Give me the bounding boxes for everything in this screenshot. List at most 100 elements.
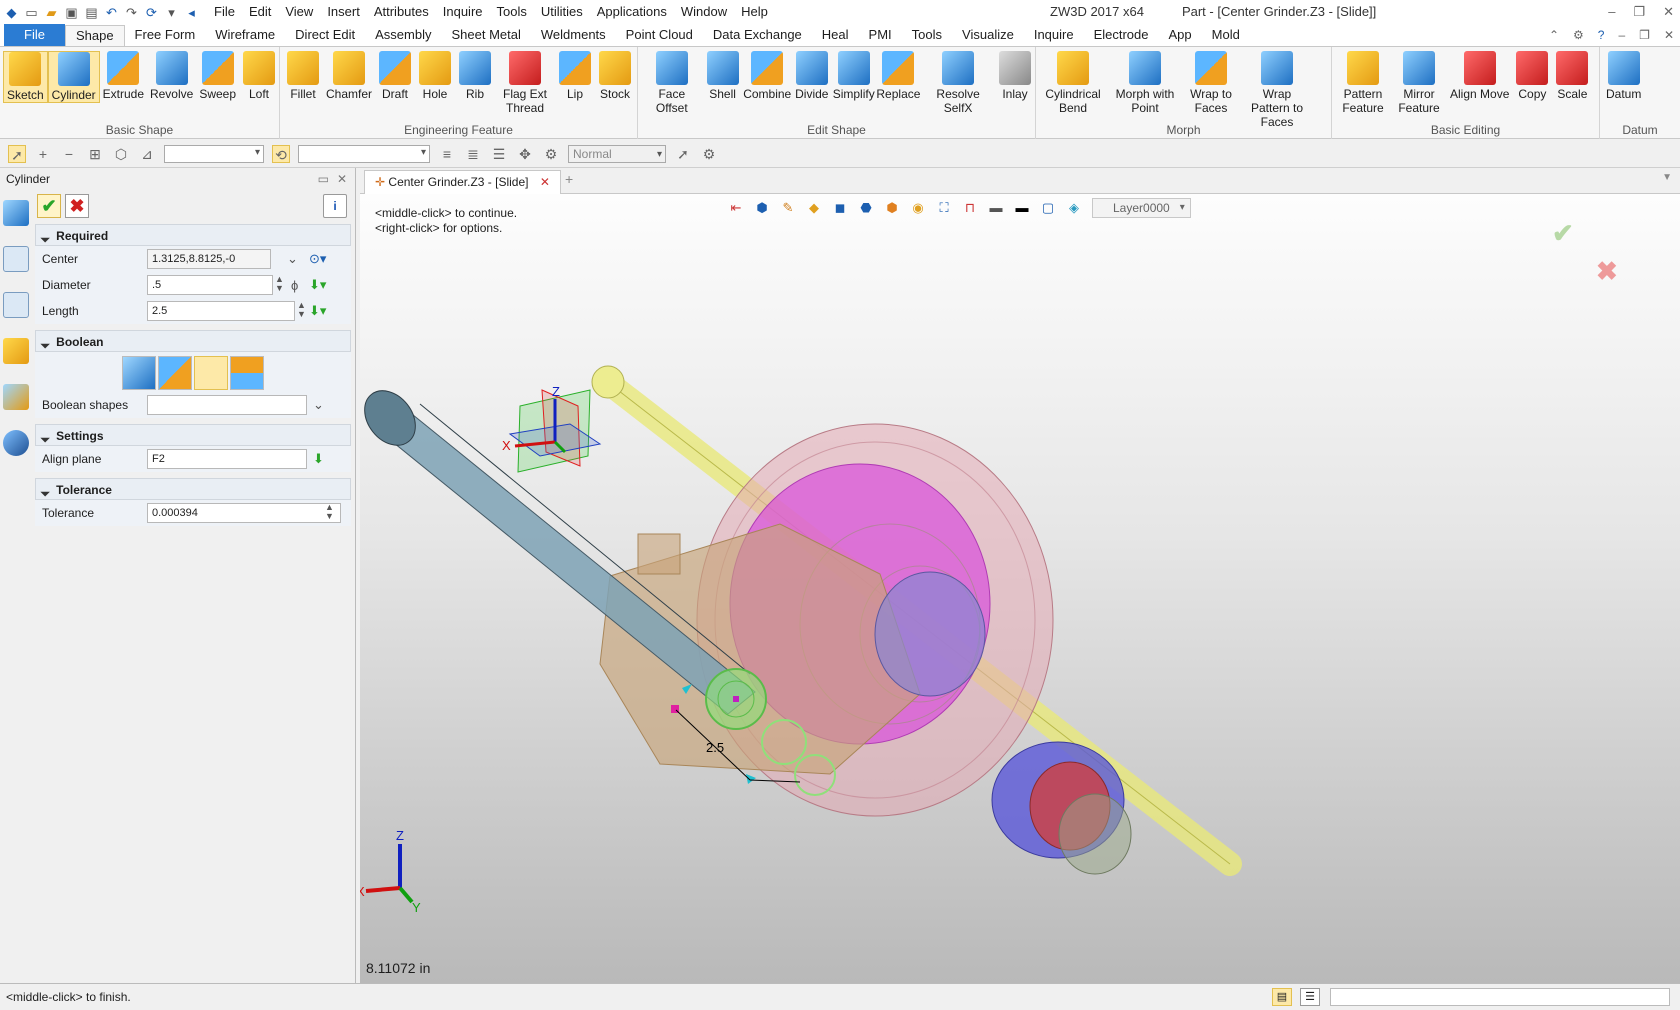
boolean-base-icon[interactable] [122,356,156,390]
tab-mold[interactable]: Mold [1202,24,1250,46]
tab-shape[interactable]: Shape [64,25,125,46]
resolve-selfx-button[interactable]: Resolve SelfX [921,51,995,115]
menu-insert[interactable]: Insert [320,0,367,24]
menu-help[interactable]: Help [734,0,775,24]
copy-button[interactable]: Copy [1512,51,1552,115]
filter-icon[interactable]: ⊿ [138,145,156,163]
align-left-icon[interactable]: ≡ [438,145,456,163]
doc-minimize-icon[interactable]: – [1618,24,1625,46]
ok-button[interactable]: ✔ [37,194,61,218]
model-scene[interactable]: 2.5 Z X Z X Y [360,194,1680,983]
align-plane-field[interactable]: F2 [147,449,307,469]
box-select-icon[interactable]: ⊞ [86,145,104,163]
history-tab-icon[interactable] [3,246,29,272]
align-move-button[interactable]: Align Move [1447,51,1512,115]
sweep-button[interactable]: Sweep [196,51,239,103]
diameter-spinner[interactable]: ▲ ▼ [275,275,284,293]
new-file-icon[interactable]: ▭ [24,5,39,20]
tab-file[interactable]: File [4,24,65,46]
restore-icon[interactable]: ❐ [1633,0,1645,24]
tab-inquire[interactable]: Inquire [1024,24,1084,46]
mirror-feature-button[interactable]: Mirror Feature [1391,51,1447,115]
menu-edit[interactable]: Edit [242,0,278,24]
menu-view[interactable]: View [278,0,320,24]
tab-data-exchange[interactable]: Data Exchange [703,24,812,46]
section-required[interactable]: Required [35,224,351,246]
cylindrical-bend-button[interactable]: Cylindrical Bend [1039,51,1107,129]
document-tab[interactable]: ✛ Center Grinder.Z3 - [Slide] ✕ [364,170,561,194]
wrap-pattern-button[interactable]: Wrap Pattern to Faces [1239,51,1315,129]
tab-direct-edit[interactable]: Direct Edit [285,24,365,46]
morph-with-point-button[interactable]: Morph with Point [1107,51,1183,129]
menu-tools[interactable]: Tools [490,0,534,24]
tab-pmi[interactable]: PMI [859,24,902,46]
tree-tab-icon[interactable] [3,292,29,318]
save-icon[interactable]: ▣ [64,5,79,20]
tab-visualize[interactable]: Visualize [952,24,1024,46]
back-arrow-icon[interactable]: ◂ [184,5,199,20]
menu-file[interactable]: File [207,0,242,24]
filter-combo[interactable] [164,144,264,163]
align-center-icon[interactable]: ≣ [464,145,482,163]
settings-icon[interactable]: ⚙ [542,145,560,163]
close-icon[interactable]: ✕ [1663,0,1674,24]
doc-close-icon[interactable]: ✕ [1664,24,1674,46]
tab-list-icon[interactable]: ▼ [1662,172,1672,183]
diameter-field[interactable]: .5 [147,275,273,295]
mode-combo[interactable]: Normal [568,144,666,163]
pattern-feature-button[interactable]: Pattern Feature [1335,51,1391,115]
snap-icon[interactable]: ✥ [516,145,534,163]
status-list-icon[interactable]: ☰ [1300,988,1320,1006]
align-right-icon[interactable]: ☰ [490,145,508,163]
loft-button[interactable]: Loft [239,51,279,103]
shell-button[interactable]: Shell [703,51,743,115]
gear-icon[interactable]: ⚙ [1573,24,1584,46]
lip-button[interactable]: Lip [555,51,595,115]
remove-icon[interactable]: − [60,145,78,163]
dropdown-icon[interactable]: ▾ [164,5,179,20]
gears-icon[interactable]: ⚙ [700,145,718,163]
menu-inquire[interactable]: Inquire [436,0,490,24]
pin-icon[interactable]: ▭ [318,168,329,190]
download-icon[interactable]: ⬇▾ [309,303,326,319]
length-spinner[interactable]: ▲ ▼ [297,301,306,319]
open-folder-icon[interactable]: ▰ [44,5,59,20]
new-tab-icon[interactable]: + [565,171,573,187]
tab-electrode[interactable]: Electrode [1084,24,1159,46]
status-view-icon[interactable]: ▤ [1272,988,1292,1006]
hole-button[interactable]: Hole [415,51,455,115]
boolean-remove-icon[interactable] [194,356,228,390]
datum-button[interactable]: Datum [1603,51,1644,101]
length-field[interactable]: 2.5 [147,301,295,321]
divide-button[interactable]: Divide [792,51,832,115]
simplify-button[interactable]: Simplify [832,51,876,115]
collapse-ribbon-icon[interactable]: ⌃ [1549,24,1559,46]
stock-button[interactable]: Stock [595,51,635,115]
inlay-button[interactable]: Inlay [995,51,1035,115]
expand-icon[interactable]: ⌄ [287,251,298,267]
tab-wireframe[interactable]: Wireframe [205,24,285,46]
feature-tab-icon[interactable] [3,200,29,226]
tab-weldments[interactable]: Weldments [531,24,616,46]
redo-icon[interactable]: ↷ [124,5,139,20]
chamfer-button[interactable]: Chamfer [323,51,375,115]
part-tab-icon[interactable] [3,338,29,364]
section-tolerance[interactable]: Tolerance [35,478,351,500]
pick-combo[interactable] [298,144,430,163]
menu-window[interactable]: Window [674,0,734,24]
undo-icon[interactable]: ↶ [104,5,119,20]
scale-button[interactable]: Scale [1552,51,1592,115]
fillet-button[interactable]: Fillet [283,51,323,115]
replace-button[interactable]: Replace [876,51,922,115]
section-boolean[interactable]: Boolean [35,330,351,352]
print-icon[interactable]: ▤ [84,5,99,20]
pick-arrow-icon[interactable]: ➚ [8,144,26,163]
menu-applications[interactable]: Applications [590,0,674,24]
section-settings[interactable]: Settings [35,424,351,446]
smart-pick-icon[interactable]: ⟲ [272,144,290,163]
cylinder-button[interactable]: Cylinder [47,51,100,103]
tab-close-icon[interactable]: ✕ [540,175,550,189]
download-icon[interactable]: ⬇▾ [309,277,326,293]
app-logo-icon[interactable]: ◆ [4,5,19,20]
cursor-icon[interactable]: ➚ [674,145,692,163]
